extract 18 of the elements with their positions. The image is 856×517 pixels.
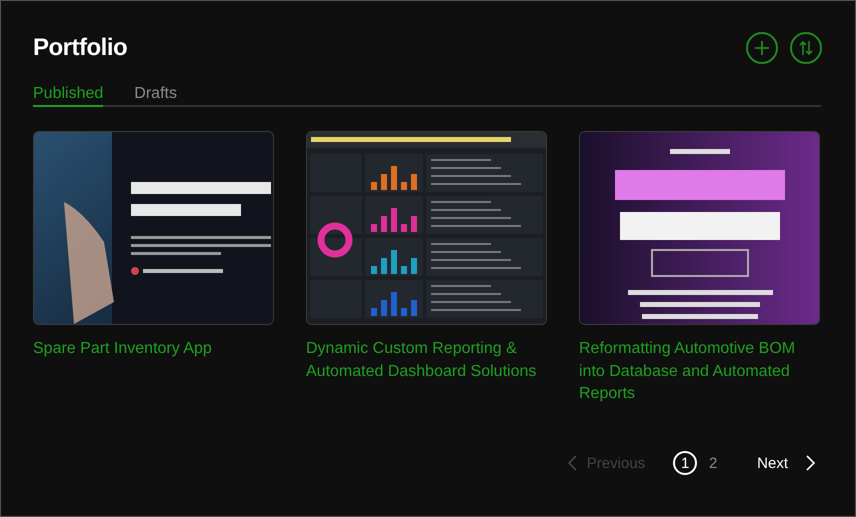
page-title: Portfolio [33,34,128,62]
sort-icon [799,40,813,56]
project-title-link[interactable]: Dynamic Custom Reporting & Automated Dashboard Solutions [306,338,547,383]
plus-icon [754,40,770,56]
project-title-link[interactable]: Reformatting Automotive BOM into Database and Automated Reports [579,338,820,406]
sort-button[interactable] [790,32,822,64]
chevron-left-icon [568,455,577,471]
page-number-button[interactable]: 2 [701,451,726,475]
thumbnail-image[interactable] [580,132,819,324]
project-title-link[interactable]: Spare Part Inventory App [33,338,274,360]
chevron-right-icon [806,455,815,471]
add-button[interactable] [746,32,778,64]
tab[interactable]: Drafts [134,83,177,107]
next-button[interactable]: Next [757,454,815,472]
thumbnail-image[interactable] [34,132,273,324]
thumbnail-image[interactable] [307,132,546,324]
page-number-button[interactable]: 1 [673,451,698,475]
tab[interactable]: Published [33,83,104,107]
